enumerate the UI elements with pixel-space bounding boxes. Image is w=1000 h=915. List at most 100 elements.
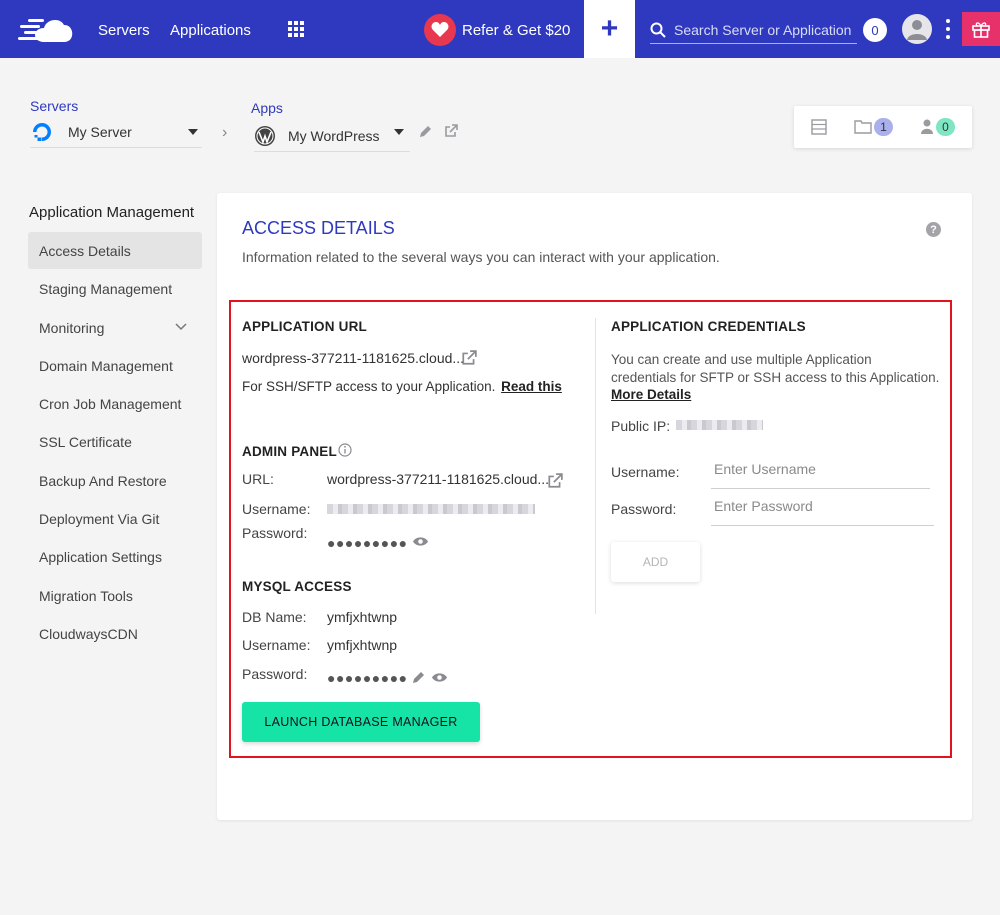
db-password-label: Password: [242, 666, 308, 682]
launch-database-manager-button[interactable]: LAUNCH DATABASE MANAGER [242, 702, 480, 742]
db-name-value: ymfjxhtwnp [327, 609, 398, 625]
app-name: My WordPress [288, 127, 380, 144]
mysql-access-heading: MYSQL ACCESS [242, 579, 352, 594]
read-this-link[interactable]: Read this [501, 379, 562, 394]
top-navbar: Servers Applications Refer & Get $20 + 0 [0, 0, 1000, 58]
external-link-icon[interactable] [444, 124, 458, 138]
sidebar-item-label: Backup And Restore [39, 472, 167, 489]
refer-label: Refer & Get $20 [462, 21, 571, 39]
refer-button[interactable]: Refer & Get $20 [424, 14, 570, 46]
apps-grid-icon[interactable] [288, 21, 304, 37]
search-input[interactable] [674, 21, 856, 38]
cred-password-field-wrap [711, 498, 934, 526]
sidebar-item-ssl-certificate[interactable]: SSL Certificate [28, 423, 202, 460]
db-username-value: ymfjxhtwnp [327, 637, 398, 653]
application-credentials-heading: APPLICATION CREDENTIALS [611, 319, 806, 334]
sidebar-item-deployment-via-git[interactable]: Deployment Via Git [28, 500, 202, 537]
sidebar-item-label: CloudwaysCDN [39, 625, 138, 642]
cred-password-label: Password: [611, 501, 677, 517]
sidebar-item-cron-job-management[interactable]: Cron Job Management [28, 385, 202, 422]
users-count-badge: 0 [936, 118, 955, 136]
admin-username-label: Username: [242, 501, 311, 517]
cred-username-field-wrap [711, 461, 930, 489]
chevron-down-icon [393, 128, 404, 135]
sidebar-item-application-settings[interactable]: Application Settings [28, 538, 202, 575]
cred-password-input[interactable] [711, 498, 934, 514]
folder-icon[interactable] [854, 120, 872, 134]
cloudways-logo[interactable] [18, 12, 80, 46]
ssh-note-text: For SSH/SFTP access to your Application. [242, 379, 496, 394]
sidebar-item-label: Application Settings [39, 548, 162, 565]
external-link-icon[interactable] [461, 350, 477, 366]
sidebar-item-label: Cron Job Management [39, 395, 182, 412]
public-ip-label: Public IP: [611, 418, 671, 434]
add-new-button[interactable]: + [584, 0, 635, 58]
sidebar-item-label: Monitoring [39, 319, 105, 336]
sidebar-item-backup-and-restore[interactable]: Backup And Restore [28, 462, 202, 499]
server-name: My Server [68, 123, 132, 140]
more-details-link[interactable]: More Details [611, 387, 691, 402]
digitalocean-icon [33, 122, 51, 141]
admin-username-redacted [327, 504, 535, 514]
external-link-icon[interactable] [547, 473, 563, 489]
chevron-down-icon [187, 128, 198, 135]
nav-applications-link[interactable]: Applications [170, 22, 251, 39]
gift-icon[interactable] [962, 12, 1000, 46]
application-url-link[interactable]: wordpress-377211-1181625.cloud... [242, 350, 464, 366]
add-credential-button[interactable]: ADD [611, 542, 700, 582]
admin-password-masked: ●●●●●●●●● [327, 535, 408, 551]
user-icon[interactable] [921, 119, 933, 135]
db-username-label: Username: [242, 637, 311, 653]
sidebar-item-staging-management[interactable]: Staging Management [28, 270, 202, 307]
sidebar-item-label: SSL Certificate [39, 433, 132, 450]
chevron-right-icon: › [222, 124, 228, 141]
db-password-masked: ●●●●●●●●● [327, 670, 408, 686]
chevron-down-icon [175, 323, 187, 331]
sidebar-item-monitoring[interactable]: Monitoring [28, 309, 202, 346]
breadcrumb-apps-label[interactable]: Apps [251, 100, 283, 116]
avatar[interactable] [902, 14, 932, 44]
sidebar-item-label: Domain Management [39, 357, 173, 374]
stats-bar: 1 0 [794, 106, 972, 148]
sidebar-item-label: Deployment Via Git [39, 510, 160, 527]
sidebar-item-label: Staging Management [39, 280, 173, 297]
ssh-note: For SSH/SFTP access to your Application.… [242, 379, 562, 394]
admin-panel-heading: ADMIN PANEL [242, 444, 337, 459]
sidebar-item-migration-tools[interactable]: Migration Tools [28, 577, 202, 614]
sidebar-item-label: Access Details [39, 242, 131, 259]
folders-count-badge: 1 [874, 118, 893, 136]
column-divider [595, 318, 596, 614]
sidebar-item-label: Migration Tools [39, 587, 133, 604]
info-icon[interactable] [338, 443, 352, 457]
eye-icon[interactable] [412, 536, 429, 547]
admin-password-label: Password: [242, 525, 308, 541]
help-icon[interactable]: ? [926, 222, 941, 237]
eye-icon[interactable] [431, 672, 448, 683]
nav-servers-link[interactable]: Servers [98, 22, 150, 39]
notification-count-badge[interactable]: 0 [863, 18, 887, 42]
pencil-icon[interactable] [419, 125, 432, 138]
sidebar-item-domain-management[interactable]: Domain Management [28, 347, 202, 384]
sidebar-item-access-details[interactable]: Access Details [28, 232, 202, 269]
heart-icon [424, 14, 456, 46]
cred-username-input[interactable] [711, 461, 930, 477]
cred-username-label: Username: [611, 464, 680, 480]
server-selector[interactable]: My Server [30, 116, 202, 148]
db-name-label: DB Name: [242, 609, 307, 625]
breadcrumb-servers-label[interactable]: Servers [30, 98, 78, 114]
highlight-frame [229, 300, 952, 758]
more-menu-icon[interactable] [946, 19, 950, 39]
admin-url-label: URL: [242, 471, 274, 487]
sidebar-item-cloudways-cdn[interactable]: CloudwaysCDN [28, 615, 202, 652]
credentials-description-line1: You can create and use multiple Applicat… [611, 352, 872, 367]
sidebar-title: Application Management [29, 204, 195, 221]
search-icon [650, 22, 666, 38]
wordpress-icon [255, 125, 275, 146]
public-ip-redacted [676, 420, 763, 430]
server-list-icon[interactable] [811, 119, 827, 135]
page-title: ACCESS DETAILS [242, 218, 395, 238]
app-selector[interactable]: My WordPress [254, 120, 410, 152]
admin-url-link[interactable]: wordpress-377211-1181625.cloud... [327, 471, 549, 487]
pencil-icon[interactable] [412, 671, 425, 684]
application-url-heading: APPLICATION URL [242, 319, 367, 334]
